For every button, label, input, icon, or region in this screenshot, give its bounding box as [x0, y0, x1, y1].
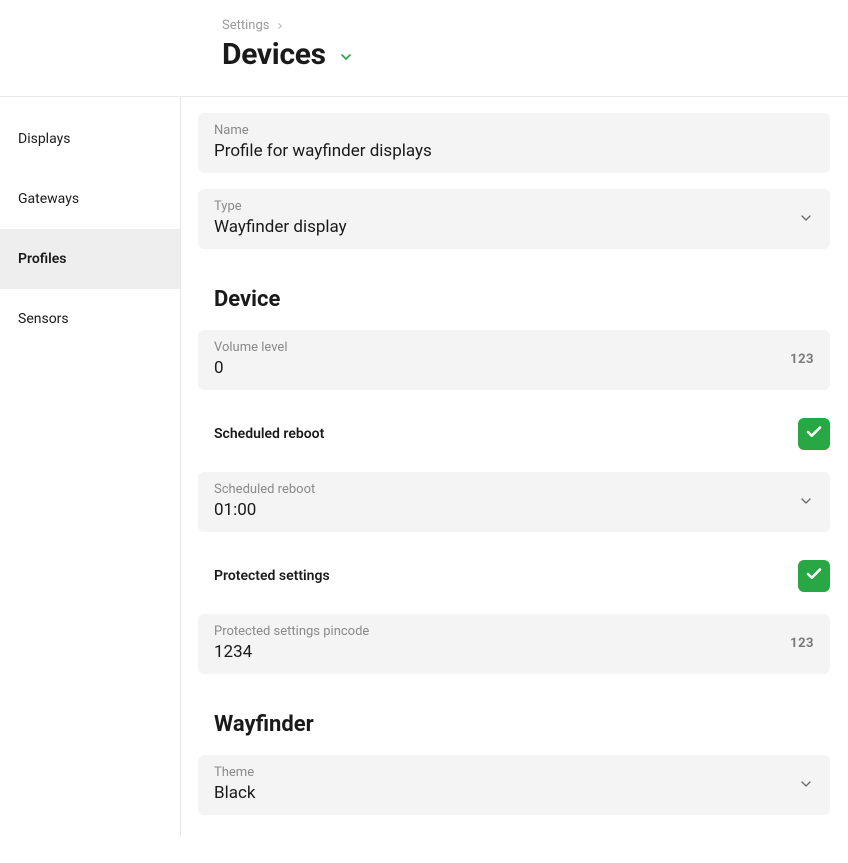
protected-settings-toggle-label: Protected settings [214, 568, 330, 584]
layout: Displays Gateways Profiles Sensors Name … [0, 97, 848, 837]
protected-settings-pin-label: Protected settings pincode [214, 624, 790, 639]
check-icon [805, 565, 823, 587]
breadcrumb: Settings [222, 18, 848, 33]
theme-field[interactable]: Theme Black [198, 755, 830, 815]
chevron-down-icon [798, 210, 814, 226]
name-field[interactable]: Name Profile for wayfinder displays [198, 113, 830, 173]
page-title: Devices [222, 37, 326, 72]
protected-settings-pin-field[interactable]: Protected settings pincode 1234 123 [198, 614, 830, 674]
chevron-down-icon [798, 776, 814, 792]
type-field[interactable]: Type Wayfinder display [198, 189, 830, 249]
scheduled-reboot-time-field[interactable]: Scheduled reboot 01:00 [198, 472, 830, 532]
type-label: Type [214, 199, 798, 214]
sidebar-item-gateways[interactable]: Gateways [0, 169, 180, 229]
scheduled-reboot-time-value: 01:00 [214, 500, 798, 520]
protected-settings-pin-value: 1234 [214, 642, 790, 662]
scheduled-reboot-toggle-row: Scheduled reboot [198, 406, 830, 462]
chevron-right-icon [275, 21, 285, 31]
scheduled-reboot-time-label: Scheduled reboot [214, 482, 798, 497]
sidebar-item-sensors[interactable]: Sensors [0, 289, 180, 349]
protected-settings-toggle-row: Protected settings [198, 548, 830, 604]
sidebar: Displays Gateways Profiles Sensors [0, 97, 181, 837]
type-value: Wayfinder display [214, 217, 798, 237]
volume-label: Volume level [214, 340, 790, 355]
theme-label: Theme [214, 765, 798, 780]
numeric-type-badge: 123 [790, 636, 814, 651]
sidebar-item-profiles[interactable]: Profiles [0, 229, 180, 289]
protected-settings-toggle[interactable] [798, 560, 830, 592]
main-content: Name Profile for wayfinder displays Type… [181, 97, 848, 837]
breadcrumb-parent[interactable]: Settings [222, 18, 269, 33]
chevron-down-icon [798, 493, 814, 509]
volume-field[interactable]: Volume level 0 123 [198, 330, 830, 390]
numeric-type-badge: 123 [790, 352, 814, 367]
chevron-down-icon[interactable] [338, 45, 354, 65]
check-icon [805, 423, 823, 445]
scheduled-reboot-toggle-label: Scheduled reboot [214, 426, 324, 442]
theme-value: Black [214, 783, 798, 803]
sidebar-item-displays[interactable]: Displays [0, 109, 180, 169]
section-title-device: Device [214, 287, 830, 312]
scheduled-reboot-toggle[interactable] [798, 418, 830, 450]
title-row: Devices [222, 37, 848, 72]
page-header: Settings Devices [0, 0, 848, 97]
name-label: Name [214, 123, 814, 138]
volume-value: 0 [214, 358, 790, 378]
name-value: Profile for wayfinder displays [214, 141, 814, 161]
section-title-wayfinder: Wayfinder [214, 712, 830, 737]
